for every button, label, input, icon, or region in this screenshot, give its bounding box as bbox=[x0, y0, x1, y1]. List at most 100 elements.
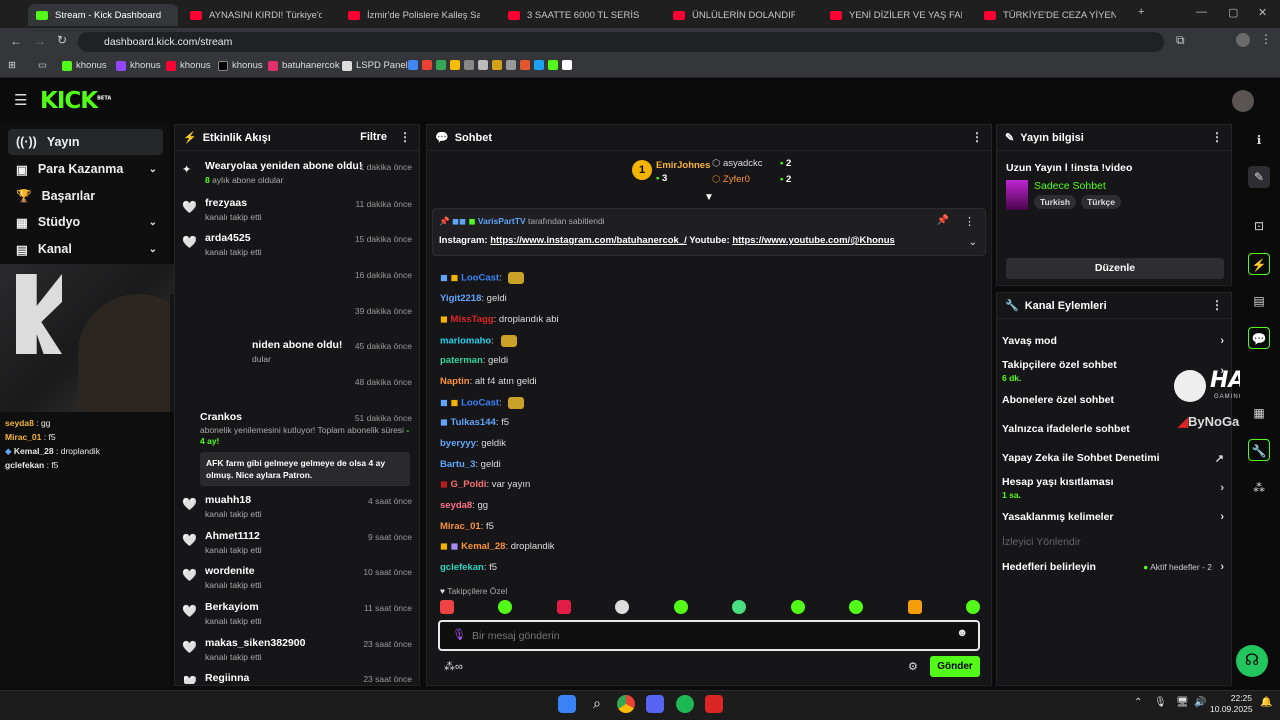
emote-icon[interactable] bbox=[907, 600, 922, 614]
chat-username[interactable]: byeryyy bbox=[440, 438, 476, 449]
category-link[interactable]: Sadece Sohbet bbox=[1034, 180, 1106, 192]
chat-message-input[interactable] bbox=[472, 627, 942, 644]
grid-icon[interactable]: ▦ bbox=[1248, 402, 1270, 424]
bookmark-lspd-panel[interactable]: LSPD Panel bbox=[342, 60, 408, 71]
search-icon[interactable]: ⌕ bbox=[588, 695, 606, 713]
tab-video-6[interactable]: TÜRKİYE'DE CEZA YİYEN VE PO bbox=[976, 4, 1116, 26]
apps-icon[interactable]: ⊞ bbox=[8, 60, 16, 71]
clock[interactable]: 22:25 10.09.2025 bbox=[1210, 693, 1253, 715]
emote-icon[interactable] bbox=[615, 600, 630, 614]
tray-chevron-icon[interactable]: ⌃ bbox=[1134, 697, 1142, 708]
lightning-icon[interactable]: ⚡ bbox=[1248, 253, 1270, 275]
microphone-icon[interactable]: 🎙 bbox=[1154, 697, 1167, 708]
microphone-icon[interactable]: 🎙 bbox=[452, 628, 466, 641]
volume-icon[interactable]: 🔊 bbox=[1194, 697, 1206, 708]
tab-video-2[interactable]: İzmir'de Polislere Kalleş Saldırı! bbox=[340, 4, 480, 26]
leader-name[interactable]: asyadckc bbox=[723, 158, 763, 169]
instagram-link[interactable]: https://www.instagram.com/batuhanercok_/ bbox=[490, 235, 687, 246]
tab-video-1[interactable]: AYNASINI KIRDI! Türkiye'de Yaş bbox=[182, 4, 322, 26]
chat-icon[interactable]: 💬 bbox=[1248, 327, 1270, 349]
chat-username[interactable]: Yigit2218 bbox=[440, 293, 481, 304]
emote-icon[interactable] bbox=[440, 600, 454, 614]
action-ai-moderation[interactable]: Yapay Zeka ile Sohbet Denetimi ↗ bbox=[1002, 452, 1224, 465]
send-button[interactable]: Gönder bbox=[930, 656, 980, 677]
profile-avatar[interactable] bbox=[1236, 33, 1250, 47]
chat-username[interactable]: Mirac_01 bbox=[440, 521, 481, 532]
back-icon[interactable]: ← bbox=[10, 34, 22, 48]
tag-chip[interactable]: Turkish bbox=[1034, 195, 1077, 209]
chat-username[interactable]: G_Poldi bbox=[451, 479, 487, 490]
emote-icon[interactable] bbox=[556, 600, 571, 614]
support-headset-icon[interactable]: ☊ bbox=[1236, 645, 1268, 677]
sidebar-item-kanal[interactable]: ▤ Kanal ⌄ bbox=[8, 236, 163, 262]
tab-video-5[interactable]: YENİ DİZİLER VE YAŞ FARKLARI bbox=[822, 4, 962, 26]
more-options-icon[interactable]: ⋮ bbox=[399, 130, 411, 144]
filter-button[interactable]: Filtre bbox=[360, 131, 387, 143]
bookmark-icons-row[interactable] bbox=[408, 60, 572, 70]
forward-icon[interactable]: → bbox=[34, 34, 46, 48]
tag-chip[interactable]: Türkçe bbox=[1081, 195, 1121, 209]
emote-icon[interactable] bbox=[732, 600, 747, 614]
emote-icon[interactable] bbox=[965, 600, 980, 614]
sidebar-item-basarilar[interactable]: 🏆 Başarılar bbox=[8, 183, 163, 209]
sidebar-item-yayin[interactable]: ((·)) Yayın bbox=[8, 129, 163, 155]
windows-start-icon[interactable] bbox=[558, 695, 576, 713]
extensions-icon[interactable]: ⧉ bbox=[1176, 33, 1185, 48]
streaming-app-icon[interactable] bbox=[705, 695, 723, 713]
kick-logo[interactable]: KICKBETA bbox=[40, 88, 111, 114]
action-slow-mode[interactable]: Yavaş mod › bbox=[1002, 335, 1224, 347]
leader-name[interactable]: EmirJohnes bbox=[656, 160, 710, 171]
folder-icon[interactable]: ▭ bbox=[38, 60, 47, 71]
collapse-leaderboard-icon[interactable]: ▼ bbox=[704, 192, 714, 203]
emote-icon[interactable] bbox=[673, 600, 688, 614]
chevron-down-icon[interactable]: ⌄ bbox=[969, 237, 977, 248]
bookmark-khonus-kick[interactable]: khonus bbox=[62, 60, 107, 71]
bookmark-khonus-twitch[interactable]: khonus bbox=[116, 60, 161, 71]
minimize-icon[interactable]: — bbox=[1196, 6, 1207, 18]
more-options-icon[interactable]: ⋮ bbox=[971, 130, 983, 144]
maximize-icon[interactable]: ▢ bbox=[1228, 6, 1238, 19]
notifications-icon[interactable]: 🔔 bbox=[1260, 697, 1272, 708]
chrome-icon[interactable] bbox=[617, 695, 635, 713]
edit-icon[interactable]: ✎ bbox=[1248, 166, 1270, 188]
tab-video-3[interactable]: 3 SAATTE 6000 TL SERİSİ!!! - Yo bbox=[500, 4, 640, 26]
emote-icon[interactable] bbox=[790, 600, 805, 614]
youtube-link[interactable]: https://www.youtube.com/@Khonus bbox=[732, 235, 895, 246]
spotify-icon[interactable] bbox=[676, 695, 694, 713]
sidebar-item-para-kazanma[interactable]: ▣ Para Kazanma ⌄ bbox=[8, 156, 163, 182]
leader-name[interactable]: Zyfer0 bbox=[723, 174, 750, 185]
chat-username[interactable]: LooCast bbox=[461, 273, 499, 284]
url-input[interactable]: dashboard.kick.com/stream bbox=[78, 32, 1164, 52]
chat-username[interactable]: gclefekan bbox=[440, 562, 484, 573]
chat-username[interactable]: seyda8 bbox=[440, 500, 472, 511]
more-options-icon[interactable]: ⋮ bbox=[1211, 130, 1223, 144]
wrench-icon[interactable]: 🔧 bbox=[1248, 439, 1270, 461]
menu-icon[interactable]: ⋮ bbox=[1260, 32, 1272, 46]
chat-username[interactable]: paterman bbox=[440, 355, 483, 366]
close-window-icon[interactable]: ✕ bbox=[1258, 6, 1267, 19]
chat-username[interactable]: mariomaho bbox=[440, 336, 491, 347]
chat-username[interactable]: Tulkas144 bbox=[451, 417, 496, 428]
points-icon[interactable]: ⁂ bbox=[1248, 477, 1270, 499]
settings-gear-icon[interactable]: ⚙ bbox=[908, 660, 918, 673]
emoji-icon[interactable]: ☻ bbox=[956, 627, 968, 639]
more-options-icon[interactable]: ⋮ bbox=[964, 215, 975, 228]
tab-video-4[interactable]: ÜNLÜLERİN DOLANDIRILMA H bbox=[665, 4, 795, 26]
user-avatar[interactable] bbox=[1232, 90, 1254, 112]
unpin-icon[interactable]: 📌 bbox=[937, 215, 949, 226]
action-host-channel[interactable]: İzleyici Yönlendir bbox=[1002, 536, 1224, 548]
bookmark-khonus-youtube[interactable]: khonus bbox=[166, 60, 211, 71]
chat-username[interactable]: Kemal_28 bbox=[461, 541, 505, 552]
hamburger-menu-icon[interactable]: ☰ bbox=[14, 91, 27, 109]
network-icon[interactable]: 🖥 bbox=[1176, 697, 1189, 708]
reload-icon[interactable]: ↻ bbox=[57, 33, 67, 47]
discord-icon[interactable] bbox=[646, 695, 664, 713]
chat-username[interactable]: Bartu_3 bbox=[440, 459, 475, 470]
tab-stream-dashboard[interactable]: Stream - Kick Dashboard bbox=[28, 4, 178, 26]
bookmark-khonus-x[interactable]: khonus bbox=[218, 60, 263, 71]
bookmark-batuhanercok[interactable]: batuhanercok bbox=[268, 60, 340, 71]
emote-icon[interactable] bbox=[498, 600, 513, 614]
sidebar-item-studyo[interactable]: ▦ Stüdyo ⌄ bbox=[8, 209, 163, 235]
action-set-goals[interactable]: Hedefleri belirleyin ● Aktif hedefler - 2… bbox=[1002, 561, 1224, 573]
action-banned-words[interactable]: Yasaklanmış kelimeler › bbox=[1002, 511, 1224, 523]
